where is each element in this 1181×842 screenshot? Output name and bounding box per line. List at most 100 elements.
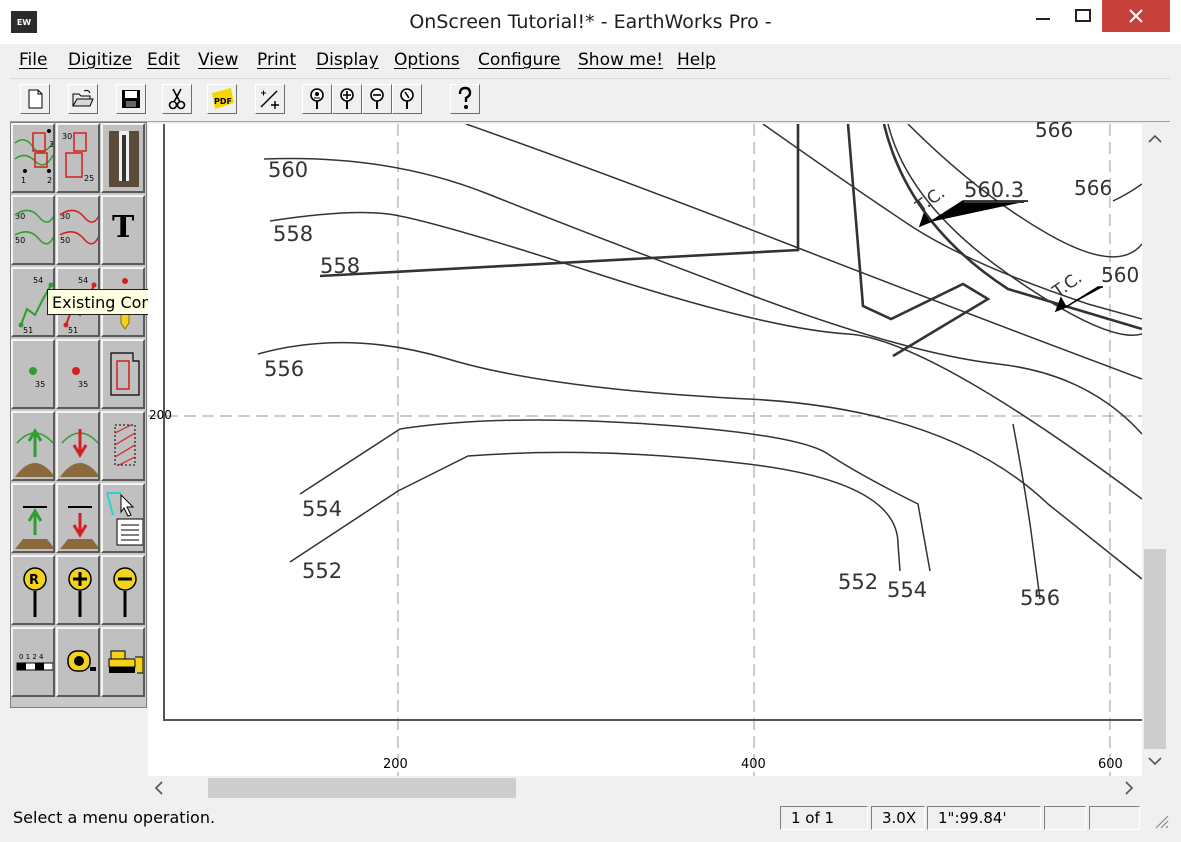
scrollbar-corner <box>1142 776 1168 800</box>
text-tool-letter: T <box>112 210 135 245</box>
tool-measure[interactable] <box>56 627 100 697</box>
tool-fill-up[interactable] <box>11 411 55 481</box>
minimize-button[interactable] <box>1020 0 1066 32</box>
zoom-reset-icon: R <box>23 567 47 617</box>
tool-building-pad[interactable] <box>101 339 145 409</box>
green-spot-icon: 35 <box>29 367 45 389</box>
tool-label-3: 3 <box>49 140 54 149</box>
tool-existing-spot[interactable]: 35 <box>11 339 55 409</box>
pdf-button[interactable]: PDF <box>207 84 237 114</box>
tool-scale-bar[interactable]: 0 1 2 4 <box>11 627 55 697</box>
tool-proposed-spot[interactable]: 35 <box>56 339 100 409</box>
tool-label-54b: 54 <box>78 276 88 285</box>
select-report-icon <box>106 492 143 546</box>
new-file-button[interactable] <box>20 84 50 114</box>
cut-button[interactable] <box>162 84 192 114</box>
tool-parcel-numbers[interactable]: 30 25 <box>56 123 100 193</box>
ruler-ticks-label: 0 1 2 4 <box>19 653 44 661</box>
person-pin-4-button[interactable] <box>392 84 422 114</box>
tool-label-35: 35 <box>35 380 45 389</box>
menu-file[interactable]: File <box>19 50 47 70</box>
menu-edit[interactable]: Edit <box>147 50 180 70</box>
tool-lower-area[interactable] <box>56 483 100 553</box>
menu-options[interactable]: Options <box>394 50 460 70</box>
tool-proposed-contour-green[interactable]: 30 50 <box>11 195 55 265</box>
person-pin-1-button[interactable] <box>302 84 332 114</box>
status-zoom: 3.0X <box>871 806 925 830</box>
vertical-scrollbar[interactable] <box>1142 124 1168 776</box>
tool-zoom-reset[interactable]: R <box>11 555 55 625</box>
menu-view[interactable]: View <box>198 50 238 70</box>
open-folder-button[interactable] <box>68 84 98 114</box>
tool-select-report[interactable] <box>101 483 145 553</box>
horizontal-scrollbar-graphic <box>154 778 1134 798</box>
red-contour-icon: 30 50 <box>59 209 98 245</box>
tool-zoom-in[interactable] <box>56 555 100 625</box>
red-spot-icon: 35 <box>72 367 88 389</box>
new-file-icon <box>28 89 43 109</box>
menu-configure[interactable]: Configure <box>478 50 560 70</box>
person-pin-2-button[interactable] <box>332 84 362 114</box>
save-disk-icon <box>122 90 140 108</box>
scroll-down-arrow-icon <box>1148 757 1162 766</box>
horizontal-scrollbar[interactable] <box>148 776 1142 800</box>
close-button[interactable] <box>1102 0 1170 32</box>
vertical-scrollbar-graphic <box>1144 134 1166 766</box>
parcel-lines-icon: 1 2 3 <box>14 129 54 185</box>
horizontal-scroll-thumb <box>208 778 516 798</box>
tool-zoom-out[interactable] <box>101 555 145 625</box>
axis-x-label: 400 <box>741 757 766 772</box>
resize-grip-icon[interactable] <box>1152 812 1170 830</box>
tool-proposed-contour-red[interactable]: 30 50 <box>56 195 100 265</box>
menu-digitize[interactable]: Digitize <box>68 50 132 70</box>
menu-help[interactable]: Help <box>677 50 716 70</box>
maximize-button[interactable] <box>1066 0 1100 32</box>
tool-label-1: 1 <box>21 176 26 185</box>
bulldozer-icon <box>108 650 143 674</box>
minimize-icon <box>1036 18 1050 20</box>
person-pin-2-icon <box>340 88 354 109</box>
tool-raise-area[interactable] <box>11 483 55 553</box>
parcel-numbers-icon: 30 25 <box>62 132 94 183</box>
tool-lots-parcel[interactable]: 1 2 3 <box>11 123 55 193</box>
tool-text[interactable]: T <box>101 195 145 265</box>
menu-display[interactable]: Display <box>316 50 379 70</box>
scale-draw-button[interactable] <box>255 84 285 114</box>
tool-label-51: 51 <box>23 326 33 335</box>
scale-draw-icon <box>260 90 279 109</box>
menu-show-me[interactable]: Show me! <box>578 50 663 70</box>
tool-cut-down[interactable] <box>56 411 100 481</box>
svg-text:R: R <box>29 573 39 588</box>
application-window: EW OnScreen Tutorial!* - EarthWorks Pro … <box>0 0 1181 842</box>
tool-label-50b: 50 <box>60 236 70 245</box>
scale-bar-icon: 0 1 2 4 <box>16 653 53 671</box>
axis-x-label: 200 <box>383 757 408 772</box>
person-pin-4-icon <box>400 88 414 109</box>
person-pin-3-button[interactable] <box>362 84 392 114</box>
contour-label: 554 <box>302 497 343 521</box>
contour-label: 560.3 <box>964 178 1025 202</box>
person-pin-3-icon <box>370 88 384 109</box>
tool-bulldozer[interactable] <box>101 627 145 697</box>
toolbar: PDF <box>10 78 1170 122</box>
open-folder-icon <box>72 89 94 107</box>
menu-print[interactable]: Print <box>257 50 296 70</box>
tool-exclusion-area[interactable] <box>101 411 145 481</box>
cut-scissors-icon <box>168 88 186 110</box>
lower-area-icon <box>60 506 98 549</box>
tool-soil-boring[interactable] <box>101 123 145 193</box>
help-button[interactable] <box>450 84 480 114</box>
tool-label-51b: 51 <box>68 326 78 335</box>
contour-label: 552 <box>838 570 879 594</box>
exclusion-area-icon <box>114 424 136 466</box>
contour-label: 560 <box>1101 263 1140 287</box>
pdf-icon: PDF <box>212 88 234 109</box>
scroll-right-arrow-icon <box>1125 781 1134 795</box>
save-button[interactable] <box>116 84 146 114</box>
axis-x-label: 600 <box>1098 757 1123 772</box>
help-question-icon <box>458 86 472 109</box>
tool-label-54: 54 <box>33 276 43 285</box>
title-bar: EW OnScreen Tutorial!* - EarthWorks Pro … <box>0 0 1181 44</box>
contour-label: 552 <box>302 559 343 583</box>
status-pane-empty-1 <box>1044 806 1086 830</box>
